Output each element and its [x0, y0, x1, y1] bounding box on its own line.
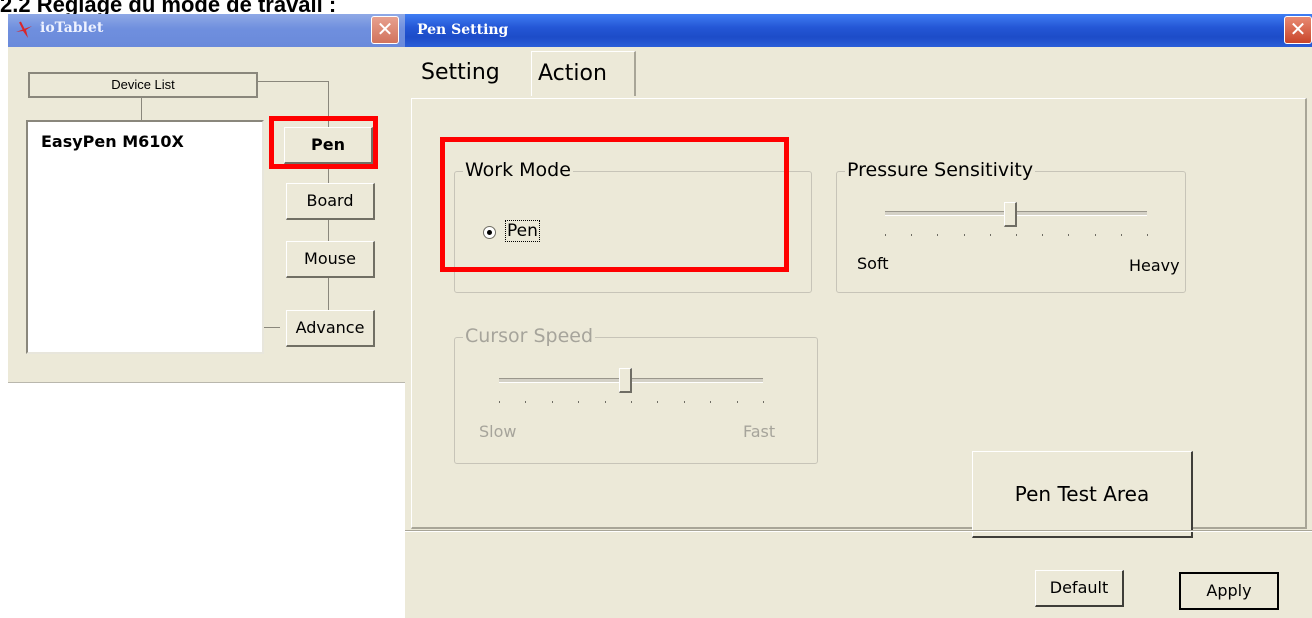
device-list-item[interactable]: EasyPen M610X — [41, 132, 184, 151]
slider-tick — [551, 401, 553, 403]
pen-setting-titlebar[interactable]: Pen Setting ✕ — [405, 14, 1312, 47]
slider-tick — [710, 401, 712, 403]
pressure-min-label: Soft — [857, 254, 889, 273]
slider-tick — [885, 234, 886, 236]
slider-tick — [499, 401, 500, 403]
slider-tick — [578, 401, 580, 403]
iotablet-title: ioTablet — [40, 20, 104, 36]
close-icon[interactable]: ✕ — [371, 16, 399, 44]
cursor-speed-label: Cursor Speed — [463, 325, 596, 347]
slider-tick — [525, 401, 527, 403]
pressure-label: Pressure Sensitivity — [845, 159, 1036, 181]
slider-tick — [683, 401, 685, 403]
slider-tick — [657, 401, 659, 403]
pen-setting-window: Pen Setting ✕ Setting Action Work Mode P… — [405, 14, 1312, 618]
cursor-speed-group: Cursor Speed Slow Fast — [454, 325, 818, 464]
cursor-speed-max-label: Fast — [743, 422, 776, 441]
slider-tick — [1042, 234, 1044, 236]
iotablet-titlebar[interactable]: ioTablet ✕ — [8, 14, 405, 47]
slider-tick — [604, 401, 606, 403]
tree-line — [256, 81, 328, 82]
pressure-slider-thumb[interactable] — [1004, 202, 1017, 227]
board-button[interactable]: Board — [286, 183, 375, 220]
slider-tick — [631, 401, 632, 403]
slider-tick — [1094, 234, 1096, 236]
cursor-speed-slider-thumb — [619, 368, 632, 393]
slider-tick — [763, 401, 764, 403]
slider-tick — [736, 401, 738, 403]
tab-setting[interactable]: Setting — [415, 51, 529, 95]
bottom-separator — [405, 530, 1312, 532]
close-icon[interactable]: ✕ — [1284, 16, 1312, 44]
tree-line — [141, 98, 142, 120]
slider-tick — [963, 234, 965, 236]
iotablet-window: ioTablet ✕ Device List EasyPen M610X Pen… — [8, 14, 406, 383]
pressure-max-label: Heavy — [1129, 256, 1180, 275]
tab-action[interactable]: Action — [531, 51, 636, 96]
mouse-button[interactable]: Mouse — [286, 241, 375, 278]
tablet-pen-icon — [16, 21, 32, 38]
highlight-box — [440, 137, 789, 272]
default-button[interactable]: Default — [1035, 570, 1124, 607]
highlight-box — [269, 116, 378, 169]
pressure-group: Pressure Sensitivity Soft Heavy — [836, 159, 1186, 293]
slider-tick — [911, 234, 913, 236]
apply-button[interactable]: Apply — [1179, 572, 1279, 610]
slider-tick — [1068, 234, 1070, 236]
slider-tick — [1120, 234, 1122, 236]
pen-test-area[interactable]: Pen Test Area — [972, 451, 1193, 538]
device-list[interactable]: EasyPen M610X — [26, 120, 264, 354]
slider-tick — [989, 234, 991, 236]
slider-tick — [937, 234, 939, 236]
slider-tick — [1016, 234, 1017, 236]
device-list-header: Device List — [28, 72, 258, 98]
cursor-speed-min-label: Slow — [479, 422, 517, 441]
slider-tick — [1147, 234, 1148, 236]
pen-setting-title: Pen Setting — [417, 22, 509, 38]
advance-button[interactable]: Advance — [286, 310, 375, 347]
